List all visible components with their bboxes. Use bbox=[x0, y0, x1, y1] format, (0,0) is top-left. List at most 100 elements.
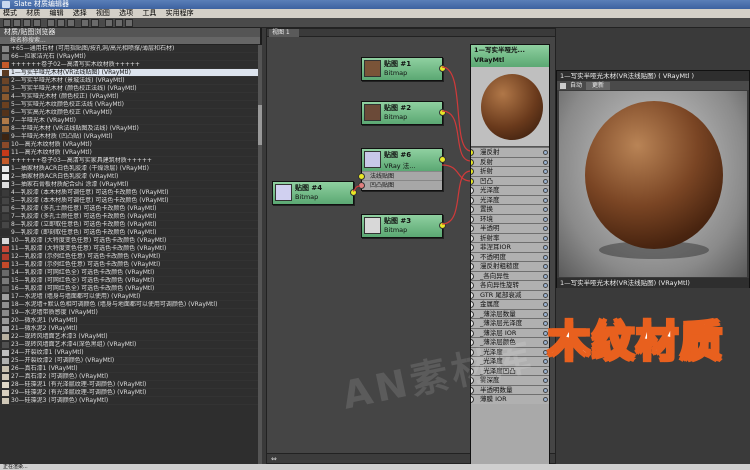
input-socket[interactable] bbox=[358, 182, 365, 189]
material-browser-icon[interactable] bbox=[115, 19, 123, 27]
slot-input-socket[interactable] bbox=[471, 320, 474, 327]
slot-output-socket[interactable] bbox=[543, 254, 548, 260]
material-list-item[interactable]: 8—乳胶漆 (立即取任意色) 可选色卡改颜色 (VRayMtl) bbox=[0, 221, 258, 229]
material-slot[interactable]: 光泽度 bbox=[471, 185, 549, 195]
pick-material-icon[interactable] bbox=[13, 19, 21, 27]
menu-mode[interactable]: 模式 bbox=[3, 9, 17, 17]
slot-input-socket[interactable] bbox=[471, 177, 474, 185]
material-slot[interactable]: 折射 bbox=[471, 166, 549, 176]
vraymtl-node[interactable]: 1—写实半哑光... VRayMtl 漫反射 反射 折射 凹凸 光泽度 光泽度 置换 环境 半透… bbox=[470, 44, 550, 466]
material-list-item[interactable]: 5—乳胶漆 (本木材质可调任意) 可选色卡改颜色 (VRayMtl) bbox=[0, 197, 258, 205]
material-list-item[interactable]: 7—乳胶漆 (多孔士颜任意) 可选色卡改颜色 (VRayMtl) bbox=[0, 213, 258, 221]
material-list-item[interactable]: 22—现砖风墙面艺术漆3 (VRayMtl) bbox=[0, 333, 258, 341]
material-slot[interactable]: 不透明度 bbox=[471, 251, 549, 261]
material-slot[interactable]: 漫反射粗糙度 bbox=[471, 261, 549, 271]
material-slot[interactable]: 折射率 bbox=[471, 232, 549, 242]
material-list-item[interactable]: 20—微水泥1 (VRayMtl) bbox=[0, 317, 258, 325]
slot-input-socket[interactable] bbox=[471, 291, 474, 299]
slot-output-socket[interactable] bbox=[543, 302, 548, 307]
material-list-item[interactable]: 8—半哑光木材 (VR法线贴图及法线) (VRayMtl) bbox=[0, 125, 258, 133]
node-map4[interactable]: 贴图 #4 Bitmap bbox=[272, 181, 357, 205]
material-slot[interactable]: 薄膜 IOR bbox=[471, 394, 549, 404]
slot-output-socket[interactable] bbox=[543, 245, 548, 250]
browser-scrollbar[interactable] bbox=[258, 45, 262, 464]
slot-input-socket[interactable] bbox=[471, 215, 474, 223]
menu-utilities[interactable]: 实用程序 bbox=[166, 9, 194, 17]
navigator-icon[interactable] bbox=[125, 19, 133, 27]
material-slot[interactable]: 环境 bbox=[471, 213, 549, 223]
slot-output-socket[interactable] bbox=[543, 169, 548, 174]
slot-output-socket[interactable] bbox=[543, 178, 548, 184]
material-slot[interactable]: 漫反射 bbox=[471, 147, 549, 157]
slot-input-socket[interactable] bbox=[471, 301, 474, 308]
slot-output-socket[interactable] bbox=[543, 397, 548, 402]
material-slot[interactable]: 反射 bbox=[471, 156, 549, 166]
input-socket[interactable] bbox=[358, 173, 365, 180]
slot-output-socket[interactable] bbox=[543, 264, 548, 269]
material-list-item[interactable]: 11—高光木纹材质 (VRayMtl) bbox=[0, 149, 258, 157]
material-list-item[interactable]: 12—乳胶漆 (示例红色任意) 可选色卡改颜色 (VRayMtl) bbox=[0, 253, 258, 261]
slot-input-socket[interactable] bbox=[471, 396, 474, 403]
material-list-item[interactable]: 9—半哑光木材质 (凹凸贴) (VRayMtl) bbox=[0, 133, 258, 141]
material-list-item[interactable]: 10—乳胶漆 (大特度变色任意) 可选色卡改颜色 (VRayMtl) bbox=[0, 237, 258, 245]
material-slot[interactable]: 各向异性旋转 bbox=[471, 280, 549, 290]
browser-search-input[interactable]: 按名称搜索... bbox=[0, 37, 260, 45]
slot-input-socket[interactable] bbox=[471, 263, 474, 270]
slot-input-socket[interactable] bbox=[471, 234, 474, 242]
select-tool-icon[interactable] bbox=[3, 19, 11, 27]
material-list-item[interactable]: 23—现砖风墙面艺术漆4(深色黑组) (VRayMtl) bbox=[0, 341, 258, 349]
material-list-item[interactable]: 2—写实半哑光木材 (景城法线) (VRayMtl) bbox=[0, 77, 258, 85]
slot-output-socket[interactable] bbox=[543, 292, 548, 298]
slot-output-socket[interactable] bbox=[543, 197, 548, 203]
material-list-item[interactable]: 25—开裂纹漆2 (可调颜色) (VRayMtl) bbox=[0, 357, 258, 365]
menu-options[interactable]: 选项 bbox=[119, 9, 133, 17]
slot-output-socket[interactable] bbox=[543, 226, 548, 231]
slot-input-socket[interactable] bbox=[471, 244, 474, 251]
slot-input-socket[interactable] bbox=[471, 158, 474, 166]
slot-input-socket[interactable] bbox=[471, 282, 474, 289]
material-list-item[interactable]: 4—写实哑光木材 (颜色校正) (VRayMtl) bbox=[0, 93, 258, 101]
material-list-item[interactable]: 21—微水泥2 (VRayMtl) bbox=[0, 325, 258, 333]
node-map3[interactable]: 贴图 #3 Bitmap bbox=[361, 214, 446, 238]
layout-all-icon[interactable] bbox=[81, 19, 89, 27]
material-list-item[interactable]: ++++++卷子02—高清写实木纹材质+++++ bbox=[0, 61, 258, 69]
slot-input-socket[interactable] bbox=[471, 225, 474, 232]
assign-material-icon[interactable] bbox=[23, 19, 31, 27]
material-list-item[interactable]: 30—硅藻泥3 (可调颜色) (VRayMtl) bbox=[0, 397, 258, 405]
material-list-item[interactable]: 17—水泥墙 (墙身与墙面都可以使用) (VRayMtl) bbox=[0, 293, 258, 301]
material-list-item[interactable]: 26—真石漆1 (VRayMtl) bbox=[0, 365, 258, 373]
hide-unused-icon[interactable] bbox=[57, 19, 65, 27]
slot-output-socket[interactable] bbox=[543, 387, 548, 393]
slot-output-socket[interactable] bbox=[543, 188, 548, 193]
slot-output-socket[interactable] bbox=[543, 159, 548, 165]
menu-view[interactable]: 视图 bbox=[96, 9, 110, 17]
material-list-item[interactable]: 7—半哑光木 (VRayMtl) bbox=[0, 117, 258, 125]
material-slot[interactable]: 凹凸 bbox=[471, 175, 549, 185]
material-list-item[interactable]: 6—乳胶漆 (多孔士颜任意) 可选色卡改颜色 (VRayMtl) bbox=[0, 205, 258, 213]
material-parameter-editor-icon[interactable] bbox=[105, 19, 113, 27]
delete-icon[interactable] bbox=[33, 19, 41, 27]
menu-select[interactable]: 选择 bbox=[73, 9, 87, 17]
material-list-item[interactable]: 3—写实半哑光木材 (颜色校正法线) (VRayMtl) bbox=[0, 85, 258, 93]
slot-input-socket[interactable] bbox=[471, 149, 474, 156]
scrollbar-thumb[interactable] bbox=[258, 105, 262, 145]
material-list-item[interactable]: 6—写实高光木纹颜色校正 (VRayMtl) bbox=[0, 109, 258, 117]
material-slot[interactable]: _薄涂层光泽度 bbox=[471, 318, 549, 328]
slot-output-socket[interactable] bbox=[543, 368, 548, 374]
material-list-item[interactable]: 4—乳胶漆 (本木材质可调任意) 可选色卡改颜色 (VRayMtl) bbox=[0, 189, 258, 197]
move-children-icon[interactable] bbox=[47, 19, 55, 27]
node-map6[interactable]: 贴图 #6 VRay 法... 法线贴图 凹凸贴图 bbox=[358, 148, 446, 191]
material-slot[interactable]: 置换 bbox=[471, 204, 549, 214]
material-list-item[interactable]: 15—乳胶漆 (可网红色全) 可选色卡改颜色 (VRayMtl) bbox=[0, 277, 258, 285]
normal-map-slot[interactable]: 法线贴图 bbox=[358, 171, 442, 180]
update-button[interactable]: 更新 bbox=[586, 81, 611, 90]
output-socket[interactable] bbox=[350, 189, 357, 196]
material-slot[interactable]: _各向异性 bbox=[471, 270, 549, 280]
slot-input-socket[interactable] bbox=[471, 168, 474, 175]
material-list-item[interactable]: 3—抽家石膏板材质配合shi 涂漆 (VRayMtl) bbox=[0, 181, 258, 189]
material-list-item[interactable]: 27—真石漆2 (可调颜色) (VRayMtl) bbox=[0, 373, 258, 381]
material-slot[interactable]: _薄涂层数量 bbox=[471, 308, 549, 318]
material-slot[interactable]: 半透明 bbox=[471, 223, 549, 233]
output-socket[interactable] bbox=[439, 109, 446, 116]
slot-input-socket[interactable] bbox=[471, 206, 474, 213]
